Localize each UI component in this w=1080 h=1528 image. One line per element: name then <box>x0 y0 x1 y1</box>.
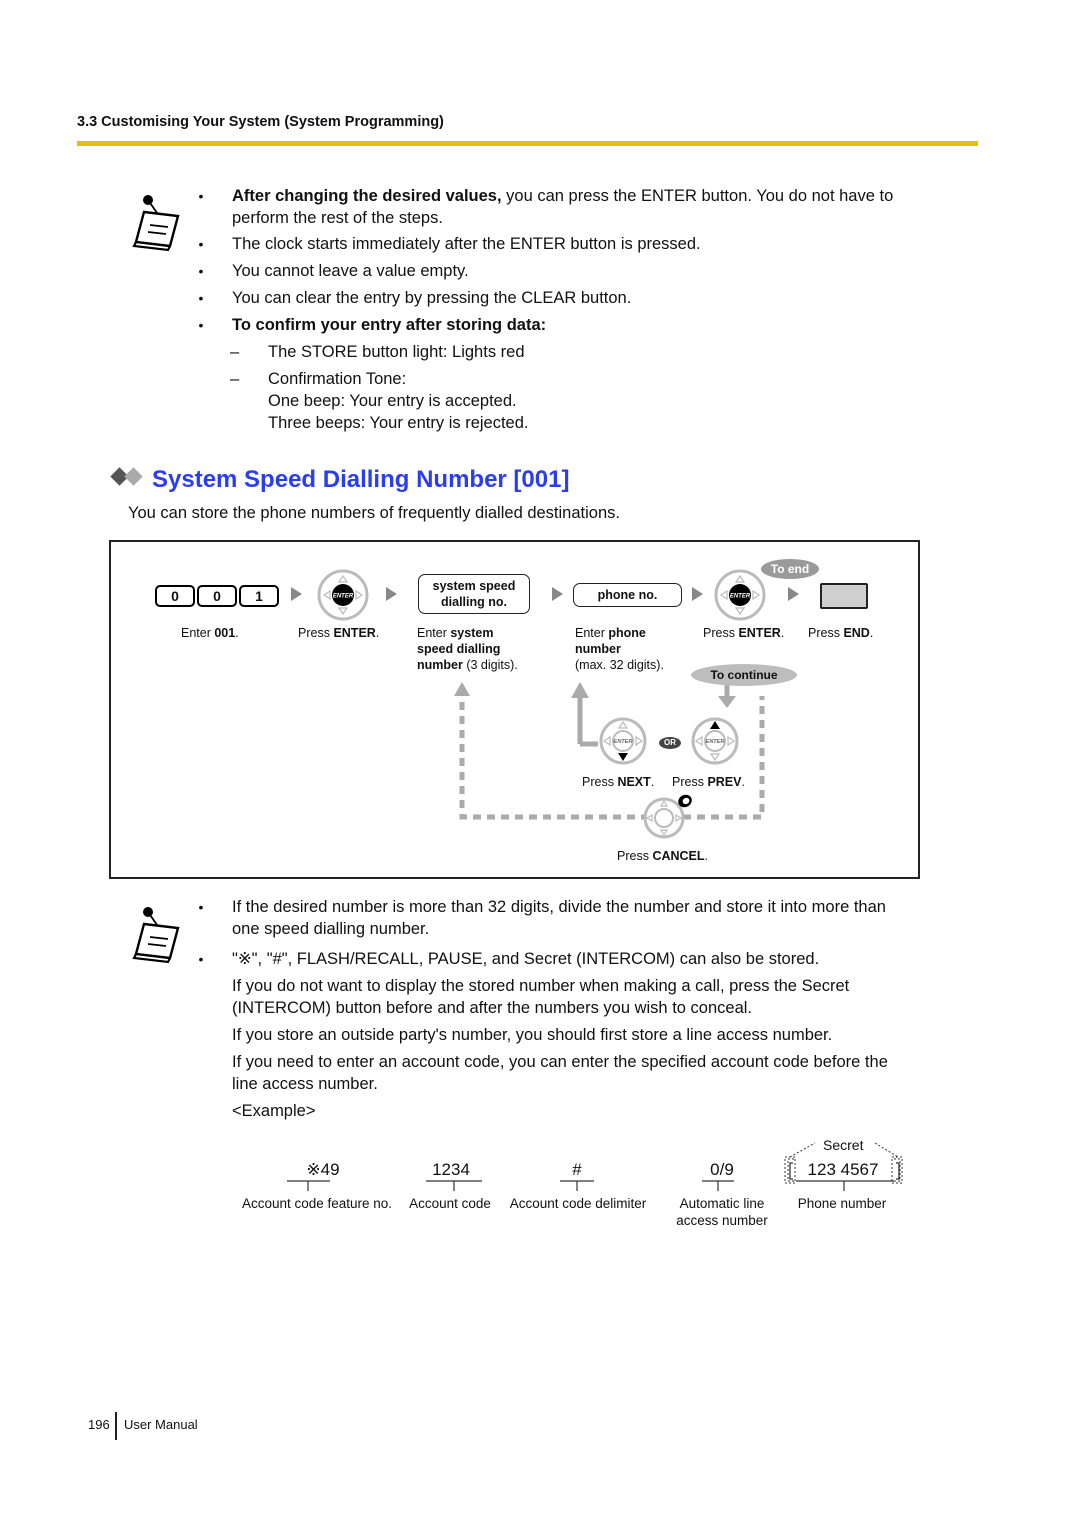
diamond-bullet-icon <box>110 466 148 488</box>
section-description: You can store the phone numbers of frequ… <box>128 504 620 522</box>
example-value: # <box>572 1160 582 1179</box>
example-value: 1234 <box>432 1160 470 1179</box>
page-title: System Speed Dialling Number [001] <box>110 466 569 494</box>
svg-text:ENTER: ENTER <box>730 594 751 600</box>
arrow-right-icon <box>291 587 302 601</box>
secret-label: Secret <box>823 1137 864 1153</box>
arrow-right-icon <box>692 587 703 601</box>
step-caption: Press ENTER. <box>703 626 785 640</box>
svg-text:ENTER: ENTER <box>614 739 633 745</box>
example-label: Automatic line access number <box>676 1196 768 1228</box>
note-list-1: • After changing the desired values, you… <box>198 187 894 432</box>
example-brackets <box>287 1142 903 1191</box>
example-label: Account code feature no. <box>241 1196 393 1211</box>
dial-key: 0 <box>197 585 237 607</box>
note-pad-icon <box>132 907 180 964</box>
enter-button-icon: ENTER <box>317 569 369 621</box>
enter-button-icon: ENTER <box>714 569 766 621</box>
to-end-badge: To end <box>761 559 819 579</box>
svg-text:ENTER: ENTER <box>706 739 725 745</box>
svg-text:ENTER: ENTER <box>333 594 354 600</box>
to-continue-badge: To continue <box>691 664 797 686</box>
section-header: 3.3 Customising Your System (System Prog… <box>77 114 444 130</box>
key-sequence: 0 0 1 <box>155 585 279 607</box>
step-caption: Enter 001. <box>181 626 239 640</box>
dial-key: 1 <box>239 585 279 607</box>
system-speed-dialling-no-box: system speed dialling no. <box>418 574 530 614</box>
next-button-icon: ENTER <box>599 717 647 765</box>
step-caption: Press END. <box>808 626 874 640</box>
or-badge: OR <box>659 737 681 749</box>
note-list-2: • If the desired number is more than 32 d… <box>198 898 888 1120</box>
step-caption: Press ENTER. <box>298 626 380 640</box>
cancel-button-icon <box>643 794 692 839</box>
example-label: Account code delimiter <box>509 1196 647 1211</box>
dial-key: 0 <box>155 585 195 607</box>
note-pad-icon <box>132 195 180 252</box>
footer-title: User Manual <box>124 1417 198 1432</box>
example-value: 0/9 <box>710 1160 734 1179</box>
example-label: Phone number <box>797 1196 887 1211</box>
page-number: 196 <box>88 1417 110 1432</box>
phone-no-box: phone no. <box>573 583 682 607</box>
end-button-icon <box>820 583 868 609</box>
arrow-right-icon <box>386 587 397 601</box>
example-value: ※49 <box>306 1160 340 1179</box>
arrow-right-icon <box>788 587 799 601</box>
next-caption: Press NEXT. <box>582 775 655 789</box>
prev-caption: Press PREV. <box>672 775 745 789</box>
header-rule <box>77 141 978 146</box>
arrow-right-icon <box>552 587 563 601</box>
cancel-caption: Press CANCEL. <box>617 849 709 863</box>
prev-button-icon: ENTER <box>691 717 739 765</box>
example-label: Account code <box>409 1196 491 1211</box>
example-value: 123 4567 <box>807 1160 879 1179</box>
footer-divider <box>115 1412 117 1440</box>
